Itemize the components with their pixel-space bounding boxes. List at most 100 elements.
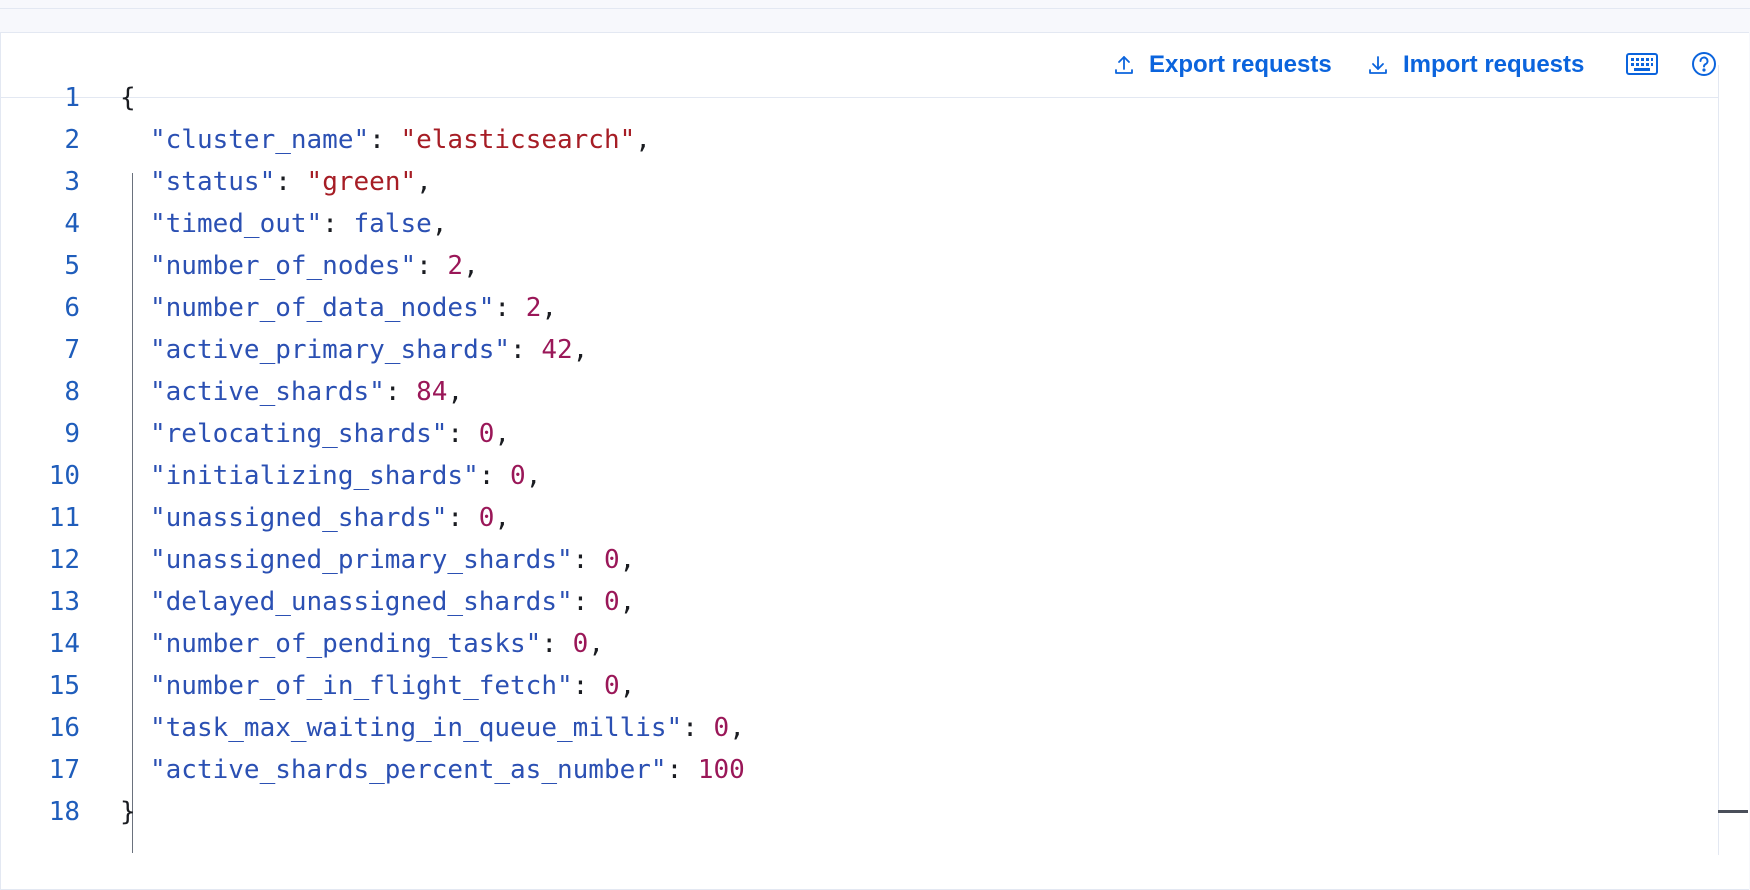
- json-key: "cluster_name": [150, 125, 370, 155]
- json-value: 0: [478, 503, 495, 533]
- line-number: 17: [48, 755, 80, 785]
- json-colon: :: [447, 419, 479, 449]
- line-number: 3: [64, 167, 80, 197]
- json-colon: :: [510, 335, 542, 365]
- json-value: 0: [478, 419, 495, 449]
- json-comma: ,: [416, 167, 432, 197]
- json-colon: :: [384, 377, 417, 407]
- json-value: 0: [603, 545, 620, 575]
- line-number: 10: [48, 461, 80, 491]
- line-number: 8: [64, 377, 80, 407]
- json-value: 100: [697, 755, 745, 785]
- json-value: 42: [541, 335, 573, 365]
- json-comma: ,: [431, 209, 448, 239]
- code-line: "cluster_name": "elasticsearch",: [150, 119, 651, 161]
- json-key: "status": [150, 167, 276, 197]
- json-key: "unassigned_primary_shards": [150, 545, 573, 575]
- code-line: }: [120, 791, 136, 833]
- code-line: "active_shards_percent_as_number": 100: [150, 749, 745, 791]
- json-value: 0: [713, 713, 730, 743]
- json-colon: :: [682, 713, 714, 743]
- json-colon: :: [447, 503, 479, 533]
- line-number: 14: [48, 629, 80, 659]
- line-number: 11: [48, 503, 80, 533]
- json-key: "number_of_pending_tasks": [150, 629, 542, 659]
- json-comma: ,: [635, 125, 651, 155]
- json-colon: :: [572, 587, 604, 617]
- json-comma: ,: [572, 335, 589, 365]
- json-colon: :: [572, 545, 604, 575]
- json-value: 0: [572, 629, 589, 659]
- code-line: "number_of_data_nodes": 2,: [150, 287, 557, 329]
- line-number: 2: [64, 125, 80, 155]
- json-colon: :: [666, 755, 698, 785]
- json-brace: {: [120, 83, 136, 113]
- line-number: 18: [48, 797, 80, 827]
- code-line: "number_of_pending_tasks": 0,: [150, 623, 604, 665]
- json-colon: :: [275, 167, 307, 197]
- code-line: "active_primary_shards": 42,: [150, 329, 588, 371]
- code-line: "number_of_nodes": 2,: [150, 245, 479, 287]
- json-comma: ,: [729, 713, 745, 743]
- line-number: 5: [64, 251, 80, 281]
- json-colon: :: [478, 461, 511, 491]
- line-number: 7: [64, 335, 80, 365]
- json-value: "elasticsearch": [400, 125, 636, 155]
- json-value: 2: [447, 251, 464, 281]
- json-key: "number_of_in_flight_fetch": [150, 671, 573, 701]
- json-key: "active_shards_percent_as_number": [150, 755, 667, 785]
- json-comma: ,: [463, 251, 479, 281]
- json-comma: ,: [541, 293, 557, 323]
- json-comma: ,: [447, 377, 464, 407]
- json-key: "delayed_unassigned_shards": [150, 587, 573, 617]
- code-line: "relocating_shards": 0,: [150, 413, 510, 455]
- json-value: 2: [525, 293, 542, 323]
- json-comma: ,: [525, 461, 542, 491]
- json-key: "initializing_shards": [150, 461, 479, 491]
- code-line: "status": "green",: [150, 161, 432, 203]
- line-number: 15: [48, 671, 80, 701]
- json-comma: ,: [588, 629, 604, 659]
- json-key: "timed_out": [150, 209, 323, 239]
- code-line: "timed_out": false,: [150, 203, 447, 245]
- line-number: 13: [48, 587, 80, 617]
- json-value: 84: [416, 377, 448, 407]
- code-line: {: [120, 77, 136, 119]
- json-value: "green": [306, 167, 417, 197]
- json-comma: ,: [619, 545, 636, 575]
- response-editor[interactable]: 1 {2 "cluster_name": "elasticsearch", 3 "sta…: [0, 65, 1718, 855]
- json-colon: :: [494, 293, 526, 323]
- line-number: 4: [64, 209, 80, 239]
- json-comma: ,: [619, 671, 636, 701]
- json-comma: ,: [494, 503, 511, 533]
- line-number: 12: [48, 545, 80, 575]
- code-line: "unassigned_shards": 0,: [150, 497, 510, 539]
- indent-guide: [132, 173, 133, 853]
- json-comma: ,: [619, 587, 636, 617]
- json-colon: :: [572, 671, 604, 701]
- json-colon: :: [541, 629, 573, 659]
- line-number: 9: [64, 419, 80, 449]
- top-divider: [0, 0, 1750, 9]
- line-number: 6: [64, 293, 80, 323]
- code-line: "delayed_unassigned_shards": 0,: [150, 581, 635, 623]
- line-number: 16: [48, 713, 80, 743]
- json-colon: :: [322, 209, 354, 239]
- line-number: 1: [64, 83, 80, 113]
- json-value: 0: [603, 671, 620, 701]
- json-key: "relocating_shards": [150, 419, 448, 449]
- json-key: "number_of_data_nodes": [150, 293, 495, 323]
- json-value: 0: [510, 461, 526, 491]
- json-value: false: [353, 209, 432, 239]
- code-line: "unassigned_primary_shards": 0,: [150, 539, 635, 581]
- json-comma: ,: [494, 419, 511, 449]
- code-line: "initializing_shards": 0,: [150, 455, 541, 497]
- json-key: "number_of_nodes": [150, 251, 417, 281]
- code-line: "task_max_waiting_in_queue_millis": 0,: [150, 707, 745, 749]
- json-value: 0: [603, 587, 620, 617]
- json-colon: :: [416, 251, 448, 281]
- json-key: "task_max_waiting_in_queue_millis": [150, 713, 683, 743]
- editor-scrollbar[interactable]: [1718, 65, 1749, 855]
- json-key: "active_shards": [150, 377, 385, 407]
- json-brace: }: [120, 797, 136, 827]
